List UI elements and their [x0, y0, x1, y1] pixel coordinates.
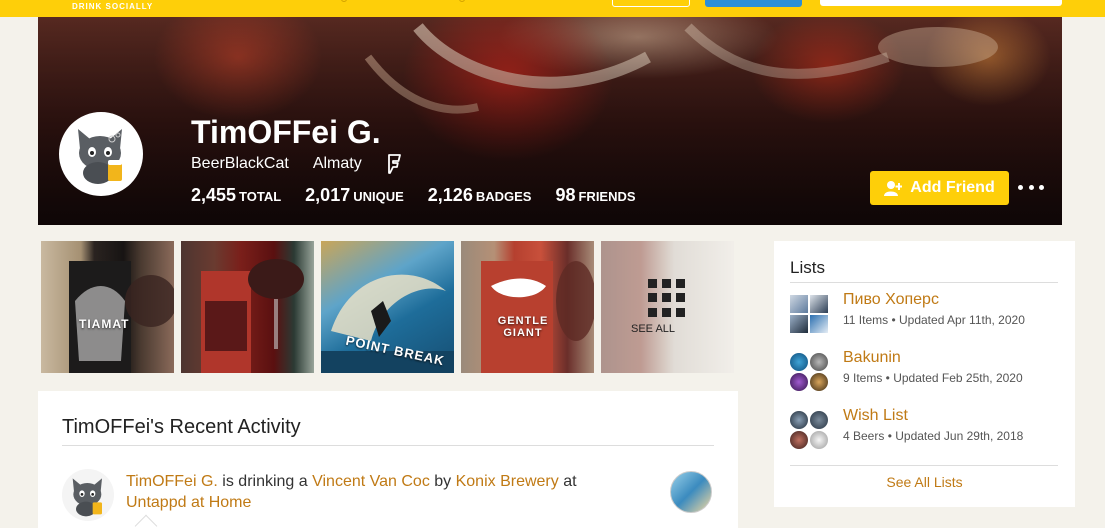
search-input[interactable] — [820, 0, 1062, 6]
beer-bottle-image — [201, 259, 304, 373]
brewery-link[interactable]: Konix Brewery — [456, 473, 559, 490]
list-meta: 4 Beers • Updated Jun 29th, 2018 — [843, 429, 1024, 443]
profile-subline: BeerBlackCat Almaty — [191, 154, 402, 174]
list-meta: 9 Items • Updated Feb 25th, 2020 — [843, 371, 1023, 385]
add-friend-button[interactable]: Add Friend — [870, 171, 1009, 205]
stat-label: FRIENDS — [578, 189, 636, 204]
lists-card: Lists Пиво Хоперс 11 Items • Updated Apr… — [774, 241, 1075, 507]
avatar[interactable] — [62, 469, 114, 521]
profile-location: Almaty — [312, 155, 362, 172]
beer-can-image — [481, 261, 594, 373]
profile-name: TimOFFei G. — [191, 114, 381, 150]
profile-cover: TimOFFei G. BeerBlackCat Almaty 2,455 TOT… — [38, 17, 1062, 225]
static-text: by — [429, 473, 456, 490]
list-name[interactable]: Пиво Хоперс — [843, 291, 939, 309]
venue-link[interactable]: Untappd at Home — [126, 494, 251, 511]
add-user-icon — [884, 181, 903, 196]
stat-total[interactable]: 2,455 TOTAL — [191, 185, 281, 206]
more-dots-icon[interactable] — [1018, 175, 1044, 199]
list-item[interactable]: Пиво Хоперс 11 Items • Updated Apr 11th,… — [790, 291, 1060, 335]
user-link[interactable]: TimOFFei G. — [126, 473, 218, 490]
photo-thumbnail[interactable]: POINT BREAK — [321, 241, 454, 373]
stat-value: 2,455 — [191, 185, 237, 205]
photo-thumbnail[interactable]: GENTLE GIANT — [461, 241, 594, 373]
avatar[interactable] — [59, 112, 143, 196]
stat-label: UNIQUE — [353, 189, 404, 204]
nav-icon[interactable] — [459, 0, 465, 2]
see-all-label: SEE ALL — [631, 323, 676, 335]
foursquare-icon[interactable] — [386, 154, 402, 174]
checkin-text: TimOFFei G. is drinking a Vincent Van Co… — [126, 471, 636, 513]
divider — [62, 445, 714, 446]
profile-username: BeerBlackCat — [191, 155, 289, 172]
photo-label: TIAMAT — [79, 317, 130, 331]
stat-label: TOTAL — [239, 189, 282, 204]
beer-can-image — [69, 261, 174, 373]
stat-unique[interactable]: 2,017 UNIQUE — [305, 185, 404, 206]
see-all-photos[interactable]: SEE ALL — [601, 241, 734, 373]
beer-link[interactable]: Vincent Van Coc — [312, 473, 430, 490]
see-all-lists-link[interactable]: See All Lists — [774, 474, 1075, 490]
comment-caret — [134, 514, 158, 528]
list-thumbnails — [790, 411, 830, 451]
section-title: Lists — [790, 258, 825, 277]
list-name[interactable]: Wish List — [843, 407, 908, 425]
cat-avatar-icon — [62, 115, 140, 193]
list-item[interactable]: Bakunin 9 Items • Updated Feb 25th, 2020 — [790, 349, 1060, 393]
photo-strip: TIAMAT POINT BREAK GENTLE GIANT SEE ALL — [41, 241, 735, 373]
list-meta: 11 Items • Updated Apr 11th, 2020 — [843, 313, 1025, 327]
static-text: is drinking a — [217, 473, 313, 490]
static-text: at — [558, 473, 577, 490]
photo-thumbnail[interactable] — [181, 241, 314, 373]
stat-value: 98 — [555, 185, 576, 205]
list-item[interactable]: Wish List 4 Beers • Updated Jun 29th, 20… — [790, 407, 1060, 451]
profile-stats: 2,455 TOTAL 2,017 UNIQUE 2,126 BADGES 98 FRI… — [191, 185, 636, 206]
nav-icon[interactable] — [341, 0, 347, 2]
logo-tagline[interactable]: DRINK SOCIALLY — [72, 2, 153, 11]
stat-value: 2,017 — [305, 185, 351, 205]
recent-activity-card: TimOFFei's Recent Activity TimOFFei G. i… — [38, 391, 738, 528]
list-name[interactable]: Bakunin — [843, 349, 901, 367]
section-title: TimOFFei's Recent Activity — [62, 416, 301, 438]
list-thumbnails — [790, 295, 830, 335]
beer-label-thumbnail[interactable] — [670, 471, 712, 513]
photo-thumbnail[interactable]: TIAMAT — [41, 241, 174, 373]
divider — [790, 282, 1058, 283]
stat-friends[interactable]: 98 FRIENDS — [555, 185, 635, 206]
stat-label: BADGES — [475, 189, 532, 204]
divider — [790, 465, 1058, 466]
grid-icon — [648, 279, 686, 317]
nav-outline-button[interactable] — [612, 0, 690, 7]
top-nav-bar: DRINK SOCIALLY — [0, 0, 1105, 17]
nav-primary-button[interactable] — [705, 0, 802, 7]
photo-label: GENTLE GIANT — [497, 315, 549, 339]
add-friend-label: Add Friend — [910, 179, 995, 196]
stat-value: 2,126 — [427, 185, 473, 205]
cat-avatar-icon — [72, 478, 102, 517]
stat-badges[interactable]: 2,126 BADGES — [428, 185, 532, 206]
list-thumbnails — [790, 353, 830, 393]
